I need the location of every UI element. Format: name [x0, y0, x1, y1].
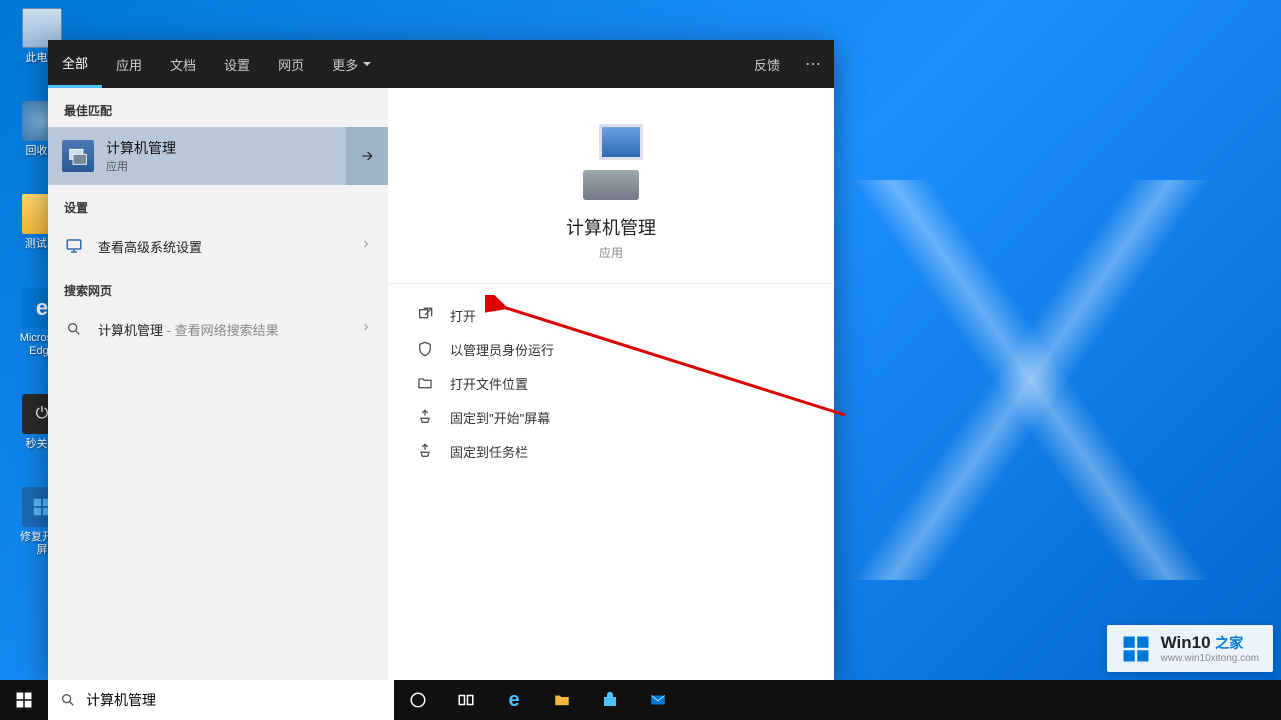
search-panel: 全部 应用 文档 设置 网页 更多 反馈 ⋯ 最佳匹配 计算机管理: [48, 40, 834, 680]
settings-item-advanced-system[interactable]: 查看高级系统设置: [48, 224, 388, 268]
computer-mgmt-icon: [62, 140, 94, 172]
taskbar-store[interactable]: [586, 680, 634, 720]
action-pin-taskbar[interactable]: 固定到任务栏: [388, 434, 834, 468]
settings-item-label: 查看高级系统设置: [98, 237, 346, 256]
tab-apps[interactable]: 应用: [102, 40, 156, 88]
taskbar: e: [0, 680, 1281, 720]
best-match-item[interactable]: 计算机管理 应用: [48, 127, 388, 185]
section-header-web: 搜索网页: [48, 268, 388, 307]
search-results-list: 最佳匹配 计算机管理 应用 设置: [48, 88, 388, 680]
tab-all[interactable]: 全部: [48, 40, 102, 88]
web-item-text: 计算机管理 - 查看网络搜索结果: [98, 320, 346, 339]
monitor-icon: [64, 236, 84, 256]
computer-mgmt-large-icon: [573, 124, 649, 200]
watermark: Win10 之家 www.win10xitong.com: [1107, 625, 1273, 672]
taskbar-mail[interactable]: [634, 680, 682, 720]
tab-documents[interactable]: 文档: [156, 40, 210, 88]
chevron-right-icon: [360, 320, 372, 338]
taskbar-search[interactable]: [48, 680, 394, 720]
cortana-button[interactable]: [394, 680, 442, 720]
section-header-best-match: 最佳匹配: [48, 88, 388, 127]
preview-actions: 打开 以管理员身份运行 打开文件位置 固定到"开始"屏幕: [388, 284, 834, 482]
tab-web[interactable]: 网页: [264, 40, 318, 88]
action-label: 打开: [450, 306, 476, 325]
best-match-subtitle: 应用: [106, 158, 176, 174]
start-button[interactable]: [0, 680, 48, 720]
action-label: 以管理员身份运行: [450, 340, 554, 359]
pin-icon: [416, 408, 434, 426]
expand-arrow-button[interactable]: [346, 127, 388, 185]
action-open-location[interactable]: 打开文件位置: [388, 366, 834, 400]
action-open[interactable]: 打开: [388, 298, 834, 332]
open-icon: [416, 306, 434, 324]
feedback-button[interactable]: 反馈: [740, 40, 794, 88]
best-match-title: 计算机管理: [106, 138, 176, 158]
chevron-right-icon: [360, 237, 372, 255]
taskbar-explorer[interactable]: [538, 680, 586, 720]
web-search-item[interactable]: 计算机管理 - 查看网络搜索结果: [48, 307, 388, 351]
search-tabs: 全部 应用 文档 设置 网页 更多 反馈 ⋯: [48, 40, 834, 88]
windows-logo-icon: [1121, 634, 1151, 664]
action-run-admin[interactable]: 以管理员身份运行: [388, 332, 834, 366]
shield-icon: [416, 340, 434, 358]
action-label: 固定到任务栏: [450, 442, 528, 461]
action-label: 固定到"开始"屏幕: [450, 408, 550, 427]
watermark-url: www.win10xitong.com: [1161, 653, 1259, 664]
tab-more[interactable]: 更多: [318, 40, 385, 88]
taskbar-edge[interactable]: e: [490, 680, 538, 720]
search-icon: [64, 319, 84, 339]
more-options-button[interactable]: ⋯: [794, 40, 834, 88]
pin-icon: [416, 442, 434, 460]
folder-icon: [416, 374, 434, 392]
search-icon: [60, 692, 76, 708]
preview-title: 计算机管理: [388, 214, 834, 240]
section-header-settings: 设置: [48, 185, 388, 224]
wallpaper-light: [781, 180, 1281, 580]
search-preview-pane: 计算机管理 应用 打开 以管理员身份运行 打开文件位置: [388, 88, 834, 680]
tab-settings[interactable]: 设置: [210, 40, 264, 88]
preview-subtitle: 应用: [388, 244, 834, 261]
action-pin-start[interactable]: 固定到"开始"屏幕: [388, 400, 834, 434]
search-input[interactable]: [86, 692, 382, 708]
action-label: 打开文件位置: [450, 374, 528, 393]
task-view-button[interactable]: [442, 680, 490, 720]
